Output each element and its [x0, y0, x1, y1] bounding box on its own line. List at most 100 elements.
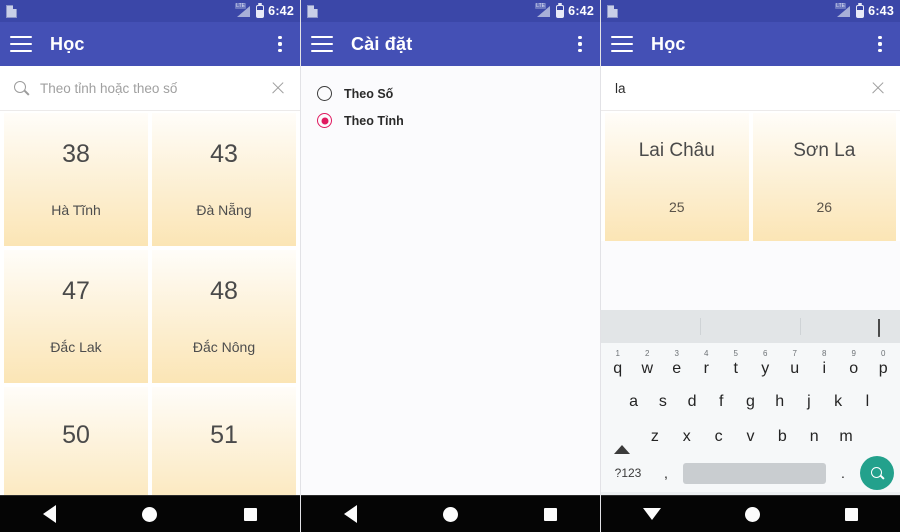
- page-title: Học: [50, 33, 85, 54]
- home-circle-icon[interactable]: [443, 506, 458, 522]
- navigation-bar: [301, 495, 600, 532]
- down-triangle-icon[interactable]: [643, 508, 662, 520]
- key-i[interactable]: 8i: [810, 349, 840, 377]
- key-b[interactable]: b: [766, 428, 798, 445]
- status-time: 6:42: [268, 3, 294, 18]
- keyboard-search-icon[interactable]: [860, 456, 894, 490]
- key-k[interactable]: k: [824, 393, 853, 410]
- key-c[interactable]: c: [703, 428, 735, 445]
- navigation-bar: [0, 495, 300, 532]
- settings-options: Theo Số Theo Tỉnh: [301, 66, 600, 495]
- key-l[interactable]: l: [853, 393, 882, 410]
- divider: [700, 318, 701, 335]
- key-label: y: [761, 359, 770, 377]
- province-card[interactable]: 38 Hà Tĩnh: [4, 113, 148, 246]
- hamburger-icon[interactable]: [10, 36, 32, 52]
- battery-icon: [856, 4, 865, 18]
- province-card[interactable]: 48 Đắc Nông: [152, 250, 296, 383]
- key-x[interactable]: x: [671, 428, 703, 445]
- province-card[interactable]: 43 Đà Nẵng: [152, 113, 296, 246]
- key-label: o: [849, 359, 859, 377]
- key-h[interactable]: h: [765, 393, 794, 410]
- radio-unchecked-icon[interactable]: [317, 86, 332, 101]
- key-m[interactable]: m: [830, 428, 862, 445]
- home-circle-icon[interactable]: [142, 506, 158, 522]
- shift-icon[interactable]: [605, 427, 639, 454]
- province-grid: 38 Hà Tĩnh 43 Đà Nẵng 47 Đắc Lak 48 Đắc …: [0, 111, 300, 495]
- panel-learn-list: LTE 6:42 Học Theo tỉnh hoặc theo số 38 H…: [0, 0, 300, 532]
- key-w[interactable]: 2w: [633, 349, 663, 377]
- keyboard-row-2: a s d f g h j k l: [601, 384, 900, 419]
- overflow-menu-icon[interactable]: [270, 34, 290, 54]
- symbols-key[interactable]: ?123: [607, 467, 649, 479]
- comma-key[interactable]: ,: [653, 466, 679, 480]
- on-screen-keyboard: 1q 2w 3e 4r 5t 6y 7u 8i 9o 0p a s d f g: [601, 310, 900, 495]
- result-card[interactable]: Sơn La 26: [752, 113, 896, 241]
- note-icon: [6, 4, 17, 18]
- key-r[interactable]: 4r: [692, 349, 722, 377]
- status-bar-right: LTE 6:42: [235, 3, 294, 18]
- key-a[interactable]: a: [619, 393, 648, 410]
- key-z[interactable]: z: [639, 428, 671, 445]
- key-p[interactable]: 0p: [869, 349, 899, 377]
- back-triangle-icon[interactable]: [43, 505, 57, 523]
- key-j[interactable]: j: [794, 393, 823, 410]
- overflow-menu-icon[interactable]: [870, 34, 890, 54]
- radio-option-theo-so[interactable]: Theo Số: [317, 80, 600, 107]
- province-name: Đà Nẵng: [196, 202, 252, 218]
- province-name: Đắc Lak: [50, 339, 102, 355]
- hamburger-icon[interactable]: [311, 36, 333, 52]
- lte-signal-icon: LTE: [235, 3, 252, 17]
- microphone-icon[interactable]: [878, 318, 887, 337]
- note-icon: [607, 4, 618, 18]
- key-label: q: [613, 359, 623, 377]
- key-f[interactable]: f: [707, 393, 736, 410]
- key-o[interactable]: 9o: [839, 349, 869, 377]
- home-circle-icon[interactable]: [745, 506, 761, 522]
- radio-label: Theo Số: [344, 86, 394, 101]
- province-name: Hà Tĩnh: [51, 202, 101, 218]
- province-number: 43: [210, 140, 238, 168]
- province-card[interactable]: 47 Đắc Lak: [4, 250, 148, 383]
- status-bar-left: [307, 4, 318, 18]
- hamburger-icon[interactable]: [611, 36, 633, 52]
- result-province-number: 26: [816, 198, 833, 215]
- keyboard-row-3: z x c v b n m: [601, 419, 900, 454]
- status-bar: LTE 6:42: [301, 0, 600, 22]
- radio-option-theo-tinh[interactable]: Theo Tỉnh: [317, 107, 600, 134]
- space-key[interactable]: [683, 462, 826, 484]
- result-card[interactable]: Lai Châu 25: [605, 113, 749, 241]
- search-bar[interactable]: la: [601, 66, 900, 111]
- province-card[interactable]: 50: [4, 387, 148, 495]
- search-bar[interactable]: Theo tỉnh hoặc theo số: [0, 66, 300, 111]
- key-n[interactable]: n: [798, 428, 830, 445]
- key-t[interactable]: 5t: [721, 349, 751, 377]
- recents-square-icon[interactable]: [844, 507, 858, 521]
- radio-checked-icon[interactable]: [317, 113, 332, 128]
- key-number: 0: [881, 348, 886, 358]
- key-q[interactable]: 1q: [603, 349, 633, 377]
- key-label: e: [672, 359, 682, 377]
- key-e[interactable]: 3e: [662, 349, 692, 377]
- province-card[interactable]: 51: [152, 387, 296, 495]
- period-key[interactable]: .: [830, 466, 856, 480]
- result-province-number: 25: [668, 198, 685, 215]
- recents-square-icon[interactable]: [544, 507, 557, 521]
- page-title: Học: [651, 33, 686, 54]
- search-input[interactable]: la: [615, 81, 870, 96]
- three-panel-screenshot: LTE 6:42 Học Theo tỉnh hoặc theo số 38 H…: [0, 0, 900, 532]
- key-v[interactable]: v: [735, 428, 767, 445]
- province-number: 48: [210, 277, 238, 305]
- key-number: 7: [792, 348, 797, 358]
- key-d[interactable]: d: [677, 393, 706, 410]
- search-input[interactable]: Theo tỉnh hoặc theo số: [40, 81, 270, 96]
- key-y[interactable]: 6y: [751, 349, 781, 377]
- key-s[interactable]: s: [648, 393, 677, 410]
- key-u[interactable]: 7u: [780, 349, 810, 377]
- back-triangle-icon[interactable]: [344, 505, 357, 523]
- recents-square-icon[interactable]: [243, 507, 257, 521]
- key-g[interactable]: g: [736, 393, 765, 410]
- clear-icon[interactable]: [270, 80, 286, 96]
- overflow-menu-icon[interactable]: [570, 34, 590, 54]
- clear-icon[interactable]: [870, 80, 886, 96]
